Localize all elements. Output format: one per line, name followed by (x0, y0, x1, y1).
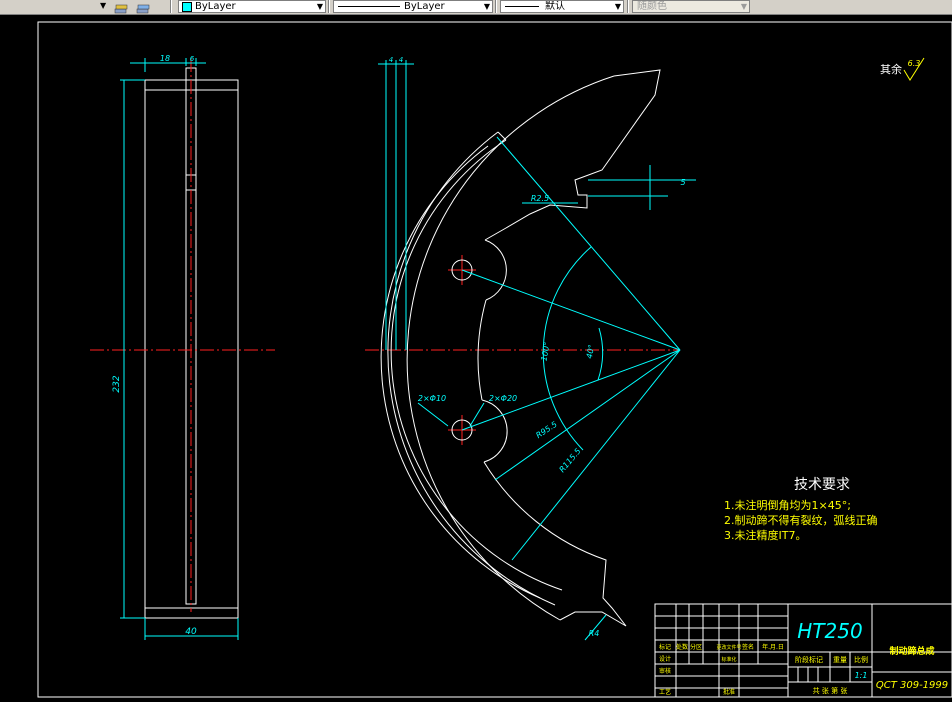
row-label-zone: 分区 (690, 643, 702, 651)
lineweight-preview (505, 6, 539, 7)
chevron-down-icon[interactable]: ▼ (484, 1, 490, 12)
dim-radius-4: R4 (589, 629, 600, 638)
side-label-approve: 批准 (723, 688, 735, 696)
brake-shoe-outline (380, 69, 661, 627)
side-label-standardization: 标准化 (721, 656, 736, 663)
dim-angle-40: 40° (585, 344, 596, 360)
dim-width-40: 40 (185, 627, 197, 637)
roughness-label: 其余 (880, 62, 902, 76)
properties-toolbar: ▼ ByLayer ▼ ByLayer ▼ 默认 ▼ 随颜色 ▼ (0, 0, 952, 15)
toolbar-separator (627, 0, 629, 13)
col-stage-label: 阶段标记 (795, 655, 823, 664)
dim-radius-2-5: R2.5 (531, 194, 549, 203)
standard-number-label: QCT 309-1999 (876, 680, 948, 691)
row-label-count: 处数 (676, 643, 688, 651)
toolbar-separator (170, 0, 172, 13)
roughness-value: 6.3 (908, 59, 921, 68)
toolbar-separator (328, 0, 330, 13)
linetype-preview (338, 6, 400, 7)
drawing-canvas[interactable]: 18 6 232 40 4 4 R2.5 5 100° 40° 2×Φ10 2×… (0, 14, 952, 702)
color-control-dropdown[interactable]: ByLayer ▼ (178, 0, 326, 13)
lineweight-control-value: 默认 (545, 1, 565, 12)
row-label-change-doc: 更改文件号 (716, 644, 741, 651)
dim-width-18: 18 (160, 54, 170, 63)
part-name-label: 制动蹄总成 (889, 645, 934, 657)
side-label-design: 设计 (659, 655, 671, 663)
row-label-mark: 标记 (659, 643, 671, 651)
linetype-control-dropdown[interactable]: ByLayer ▼ (333, 0, 493, 13)
chevron-down-icon[interactable]: ▼ (317, 1, 323, 12)
dim-thickness-b: 4 (399, 56, 403, 64)
scale-value: 1:1 (855, 671, 868, 680)
toolbar-separator (495, 0, 497, 13)
tech-requirements-title: 技术要求 (794, 477, 850, 493)
tech-note-3: 3.未注精度IT7。 (724, 528, 806, 542)
dim-radius-95-5: R95.5 (534, 420, 558, 441)
plotstyle-control-dropdown: 随颜色 ▼ (632, 0, 750, 13)
side-label-review: 审核 (659, 667, 671, 675)
linetype-control-value: ByLayer (404, 1, 445, 12)
plotstyle-control-value: 随颜色 (637, 1, 667, 12)
lineweight-control-dropdown[interactable]: 默认 ▼ (500, 0, 624, 13)
drawing-border (37, 21, 952, 698)
tech-note-2: 2.制动蹄不得有裂纹，弧线正确 (724, 513, 878, 527)
row-label-signature: 签名 (742, 643, 754, 651)
material-label: HT250 (797, 619, 862, 643)
dim-step-5: 5 (680, 178, 685, 187)
dim-width-6: 6 (190, 55, 195, 63)
row-label-date: 年.月.日 (762, 643, 784, 651)
dim-holes-phi20: 2×Φ20 (489, 394, 517, 403)
dropdown-arrow-icon[interactable]: ▼ (100, 1, 106, 10)
sheet-info-label: 共 张 第 张 (813, 686, 848, 695)
dim-angle-100: 100° (539, 341, 551, 362)
side-label-process: 工艺 (659, 688, 671, 696)
dim-radius-115-5: R115.5 (557, 447, 582, 475)
chevron-down-icon: ▼ (740, 2, 747, 11)
chevron-down-icon[interactable]: ▼ (615, 1, 621, 12)
col-scale-label: 比例 (854, 655, 868, 664)
dim-thickness-a: 4 (389, 56, 393, 64)
col-weight-label: 重量 (833, 656, 847, 664)
color-swatch-icon (182, 2, 192, 12)
tech-note-1: 1.未注明倒角均为1×45°; (724, 498, 851, 512)
layer-previous-icon[interactable] (136, 0, 150, 14)
color-control-value: ByLayer (195, 1, 236, 12)
side-view-dimensions (120, 58, 239, 640)
layer-states-icon[interactable] (114, 0, 128, 14)
dim-height-232: 232 (112, 375, 122, 392)
dim-holes-phi10: 2×Φ10 (418, 394, 446, 403)
